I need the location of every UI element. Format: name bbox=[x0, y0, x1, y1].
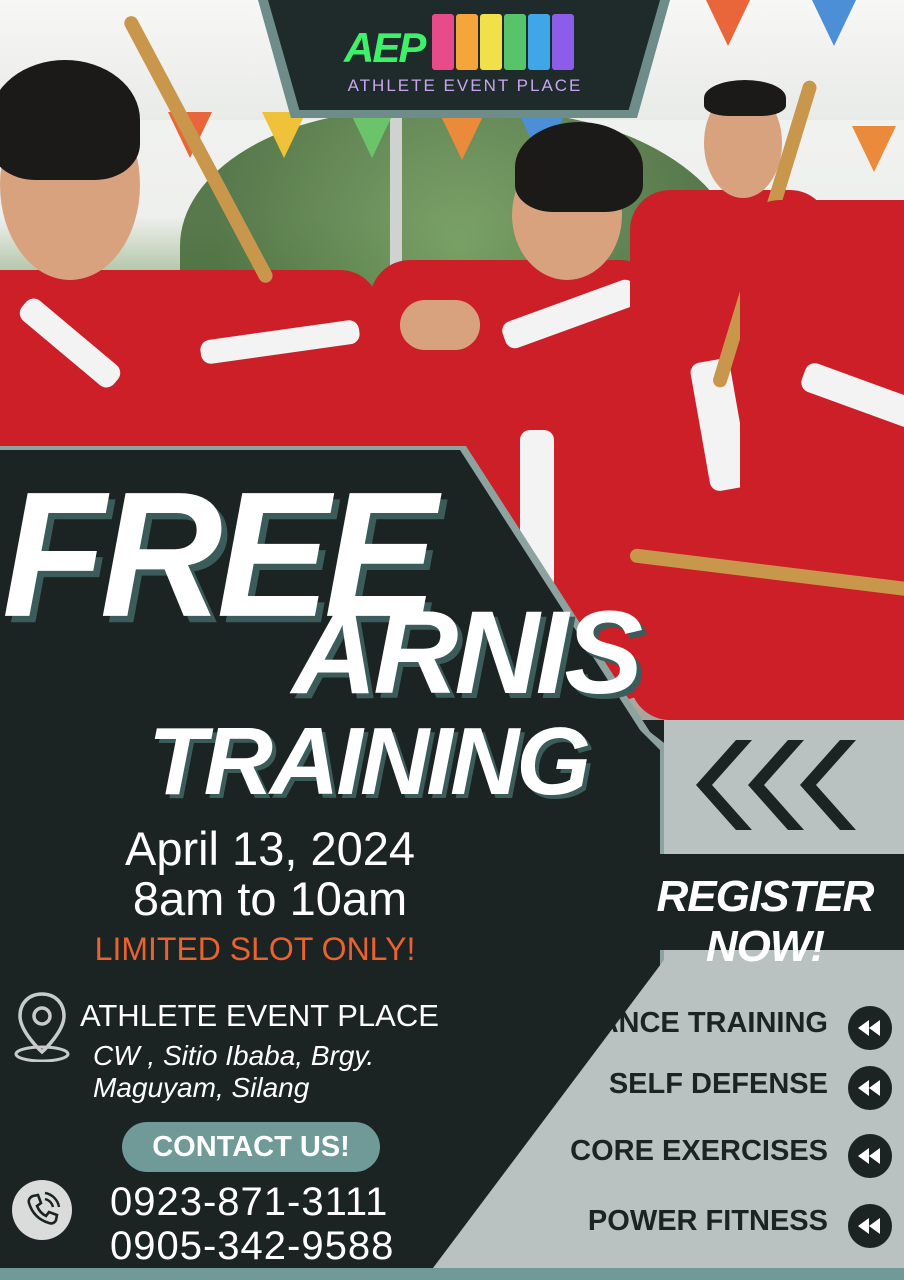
bunting-flag bbox=[706, 0, 750, 46]
logo-name: ATHLETE EVENT PLACE bbox=[347, 76, 583, 95]
headline-training: TRAINING bbox=[148, 708, 591, 815]
poster: AEP ATHLETE EVENT PLACE FREE ARNIS TRAIN… bbox=[0, 0, 904, 1280]
bunting-flag bbox=[440, 114, 484, 160]
phone-number-2[interactable]: 0905-342-9588 bbox=[110, 1224, 394, 1268]
hand bbox=[400, 300, 480, 350]
bottom-bar bbox=[0, 1268, 904, 1280]
logo-figure-block bbox=[552, 14, 574, 70]
location-pin-icon bbox=[14, 992, 70, 1062]
rewind-icon bbox=[848, 1066, 892, 1110]
register-now-button[interactable]: REGISTER NOW! bbox=[630, 872, 900, 972]
address-line-1: CW , Sitio Ibaba, Brgy. bbox=[93, 1040, 375, 1071]
feature-power-fitness: POWER FITNESS bbox=[587, 1205, 828, 1237]
athlete-left-hair bbox=[0, 60, 140, 180]
address-line-2: Maguyam, Silang bbox=[93, 1072, 310, 1103]
venue-address: CW , Sitio Ibaba, Brgy. Maguyam, Silang bbox=[93, 1040, 374, 1104]
bunting-flag bbox=[262, 112, 306, 158]
athlete-left-body bbox=[0, 270, 380, 470]
bunting-flag bbox=[350, 112, 394, 158]
phone-icon bbox=[12, 1180, 72, 1240]
logo-figure-block bbox=[456, 14, 478, 70]
athlete-center-hair bbox=[515, 122, 643, 212]
event-date: April 13, 2024 bbox=[124, 822, 416, 875]
instructor-hair bbox=[704, 80, 786, 116]
headline-arnis: ARNIS bbox=[292, 587, 643, 719]
phone-number-1[interactable]: 0923-871-3111 bbox=[110, 1180, 394, 1224]
rewind-icon bbox=[848, 1204, 892, 1248]
rewind-icon bbox=[848, 1134, 892, 1178]
logo-figure-block bbox=[504, 14, 526, 70]
bunting-flag bbox=[812, 0, 856, 46]
feature-core-exercises: CORE EXERCISES bbox=[570, 1135, 828, 1167]
limited-slot-notice: LIMITED SLOT ONLY! bbox=[94, 931, 416, 967]
bunting-flag bbox=[852, 126, 896, 172]
phone-numbers: 0923-871-3111 0905-342-9588 bbox=[110, 1180, 394, 1268]
schedule: April 13, 2024 8am to 10am bbox=[0, 824, 540, 924]
chevrons-left-icon bbox=[696, 740, 856, 830]
feature-balance-training: BALANCE TRAINING bbox=[538, 1007, 828, 1039]
logo-figure-block bbox=[528, 14, 550, 70]
event-time: 8am to 10am bbox=[132, 872, 408, 925]
logo-mark: AEP bbox=[344, 24, 426, 71]
logo-athletes-icon bbox=[432, 14, 574, 70]
athlete-right-body bbox=[740, 200, 904, 720]
logo-figure-block bbox=[432, 14, 454, 70]
rewind-icon bbox=[848, 1006, 892, 1050]
logo-figure-block bbox=[480, 14, 502, 70]
venue-name: ATHLETE EVENT PLACE bbox=[80, 998, 439, 1033]
feature-self-defense: SELF DEFENSE bbox=[608, 1068, 828, 1100]
contact-us-button[interactable]: CONTACT US! bbox=[122, 1122, 380, 1172]
